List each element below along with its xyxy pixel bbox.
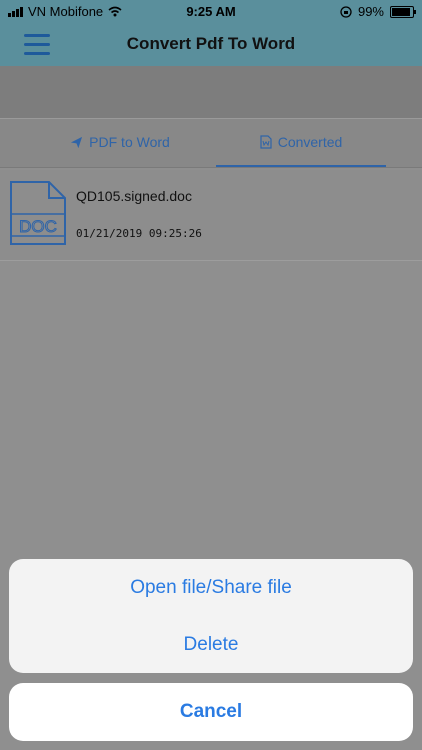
file-name: QD105.signed.doc bbox=[76, 188, 192, 204]
open-share-button[interactable]: Open file/Share file bbox=[9, 559, 413, 616]
status-right: 99% bbox=[340, 4, 416, 19]
cancel-button[interactable]: Cancel bbox=[9, 683, 413, 741]
delete-button[interactable]: Delete bbox=[9, 616, 413, 673]
orientation-lock-icon bbox=[340, 5, 352, 18]
tab-pdf-to-word[interactable]: PDF to Word bbox=[30, 119, 210, 165]
action-sheet: Open file/Share file Delete bbox=[9, 559, 413, 673]
header-spacer bbox=[0, 66, 422, 118]
tab-label: Converted bbox=[277, 134, 343, 150]
file-list-item[interactable]: DOC QD105.signed.doc 01/21/2019 09:25:26 bbox=[0, 170, 422, 261]
status-bar: VN Mobifone 9:25 AM 99% bbox=[0, 0, 422, 24]
page-title: Convert Pdf To Word bbox=[126, 34, 296, 53]
paper-plane-icon bbox=[71, 136, 83, 148]
tab-label: PDF to Word bbox=[89, 134, 170, 150]
battery-percent: 99% bbox=[357, 4, 384, 19]
file-date: 01/21/2019 09:25:26 bbox=[76, 227, 202, 240]
battery-icon bbox=[390, 5, 416, 18]
tab-bar: PDF to Word Converted bbox=[0, 118, 422, 168]
doc-file-icon: DOC bbox=[10, 181, 66, 245]
word-document-icon bbox=[260, 135, 272, 149]
navigation-bar: Convert Pdf To Word bbox=[0, 24, 422, 66]
tab-converted[interactable]: Converted bbox=[216, 119, 386, 167]
svg-text:DOC: DOC bbox=[19, 217, 57, 236]
